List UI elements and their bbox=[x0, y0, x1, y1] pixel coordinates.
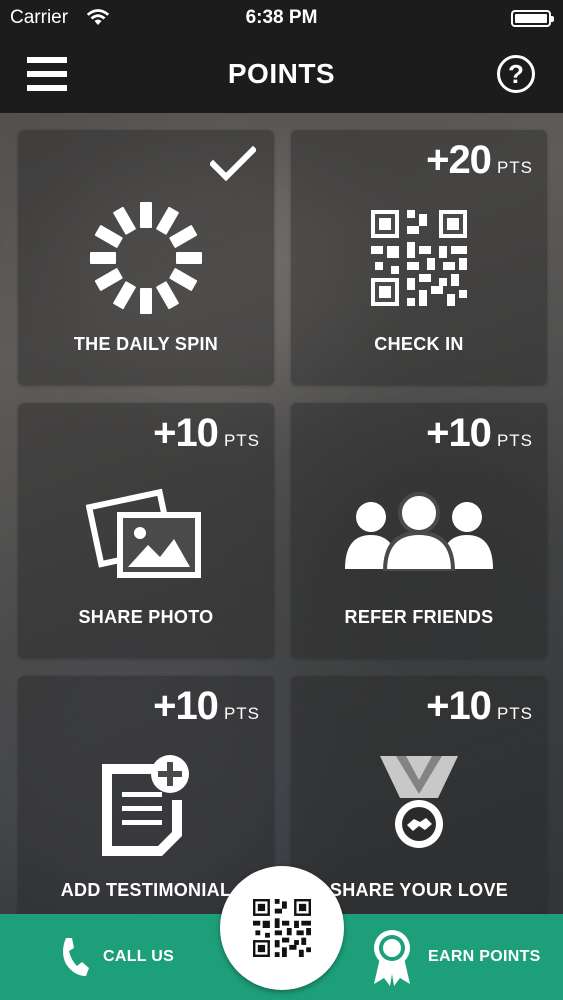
battery-icon bbox=[511, 10, 554, 27]
tile-share-photo[interactable]: +10 PTS SHARE PHOTO bbox=[18, 403, 274, 658]
status-time: 6:38 PM bbox=[245, 7, 318, 28]
call-us-label: CALL US bbox=[103, 948, 175, 965]
help-circle-icon[interactable]: ? bbox=[497, 55, 535, 93]
earn-points-button[interactable]: EARN POINTS bbox=[360, 914, 563, 1000]
people-icon bbox=[345, 492, 493, 571]
points-badge: +10 PTS bbox=[426, 411, 533, 455]
tile-label: THE DAILY SPIN bbox=[73, 334, 219, 354]
spinner-icon bbox=[90, 202, 202, 314]
award-ribbon-icon bbox=[374, 930, 410, 986]
add-document-icon bbox=[102, 755, 189, 856]
page-title: POINTS bbox=[227, 58, 336, 89]
scan-qr-button[interactable] bbox=[220, 866, 344, 990]
qr-code-icon bbox=[253, 899, 311, 957]
tile-label: SHARE PHOTO bbox=[78, 607, 214, 627]
photos-icon bbox=[86, 488, 201, 578]
points-badge: +10 PTS bbox=[153, 684, 260, 728]
tile-check-in[interactable]: +20 PTS CHECK IN bbox=[291, 130, 547, 385]
status-bar: Carrier 6:38 PM bbox=[0, 0, 563, 36]
points-badge: +10 PTS bbox=[153, 411, 260, 455]
medal-icon bbox=[380, 756, 458, 848]
phone-icon bbox=[63, 938, 89, 976]
points-badge: +10 PTS bbox=[426, 684, 533, 728]
points-badge: +20 PTS bbox=[426, 138, 533, 182]
tile-refer-friends[interactable]: +10 PTS REFER FRIENDS bbox=[291, 403, 547, 658]
tile-daily-spin[interactable]: THE DAILY SPIN bbox=[18, 130, 274, 385]
tile-label: REFER FRIENDS bbox=[344, 607, 494, 627]
nav-bar: POINTS ? bbox=[0, 36, 563, 113]
earn-points-label: EARN POINTS bbox=[428, 948, 541, 965]
tile-label: CHECK IN bbox=[374, 334, 464, 354]
call-us-button[interactable]: CALL US bbox=[0, 914, 200, 1000]
qr-code-icon bbox=[371, 210, 467, 306]
checkmark-icon bbox=[210, 146, 256, 182]
